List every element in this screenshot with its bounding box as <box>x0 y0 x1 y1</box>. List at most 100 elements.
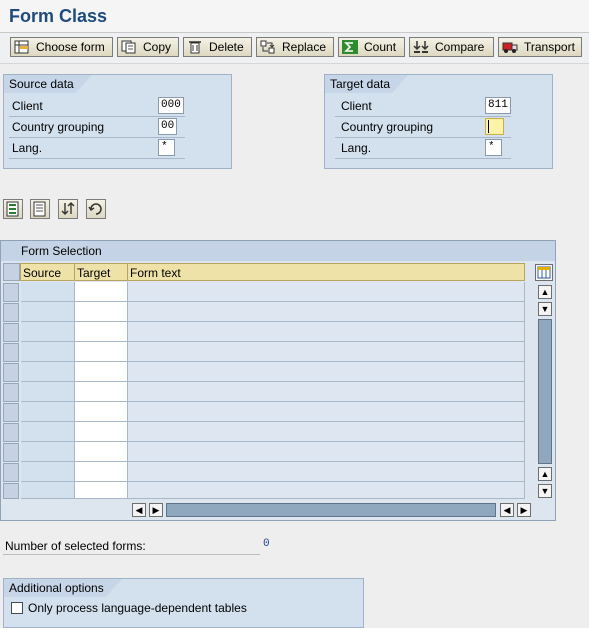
scroll-up-button[interactable]: ▲ <box>538 285 552 299</box>
scroll-down-button[interactable]: ▼ <box>538 484 552 498</box>
replace-button[interactable]: Replace <box>256 37 334 57</box>
target-cell[interactable] <box>75 322 128 342</box>
column-header-target[interactable]: Target <box>75 263 128 281</box>
language-dependent-label: Only process language-dependent tables <box>28 601 247 615</box>
target-cell[interactable] <box>75 442 128 462</box>
select-all-button[interactable] <box>3 199 23 219</box>
form-text-cell[interactable] <box>128 382 525 402</box>
target-cell[interactable] <box>75 382 128 402</box>
target-cell[interactable] <box>75 342 128 362</box>
scroll-right-button[interactable]: ▶ <box>149 503 163 517</box>
source-cell[interactable] <box>21 442 75 462</box>
form-text-cell[interactable] <box>128 342 525 362</box>
source-cell[interactable] <box>21 342 75 362</box>
source-cell[interactable] <box>21 282 75 302</box>
table-title-bar: Form Selection <box>1 241 555 261</box>
row-selector[interactable] <box>3 463 19 482</box>
compare-icon <box>413 40 429 54</box>
truck-icon <box>502 40 518 54</box>
column-header-source[interactable]: Source <box>20 263 75 281</box>
source-cell[interactable] <box>21 382 75 402</box>
row-selector[interactable] <box>3 343 19 362</box>
deselect-all-button[interactable] <box>30 199 50 219</box>
target-lang-field[interactable]: * <box>485 139 502 156</box>
source-country-field[interactable]: 00 <box>158 118 177 135</box>
selected-forms-count: 0 <box>263 538 270 550</box>
row-selector[interactable] <box>3 403 19 422</box>
scroll-page-up-button[interactable]: ▲ <box>538 467 552 481</box>
target-client-field[interactable]: 811 <box>485 97 511 114</box>
row-selector[interactable] <box>3 423 19 442</box>
compare-button[interactable]: Compare <box>409 37 494 57</box>
target-cell[interactable] <box>75 402 128 422</box>
source-cell[interactable] <box>21 422 75 442</box>
row-selector[interactable] <box>3 303 19 322</box>
form-text-cell[interactable] <box>128 482 525 499</box>
form-text-cell[interactable] <box>128 402 525 422</box>
page-title: Form Class <box>9 6 108 26</box>
row-selector[interactable] <box>3 483 19 499</box>
choose-form-button[interactable]: Choose form <box>10 37 113 57</box>
form-text-cell[interactable] <box>128 462 525 482</box>
deselect-all-icon <box>33 201 46 217</box>
source-cell[interactable] <box>21 302 75 322</box>
row-selector[interactable] <box>3 443 19 462</box>
transport-label: Transport <box>524 40 575 54</box>
horizontal-scrollbar-thumb[interactable] <box>166 503 496 517</box>
source-client-field[interactable]: 000 <box>158 97 184 114</box>
sort-button[interactable] <box>58 199 78 219</box>
target-data-heading: Target data <box>325 75 408 93</box>
selected-forms-row: Number of selected forms: <box>3 536 260 555</box>
form-text-cell[interactable] <box>128 362 525 382</box>
target-data-group: Target data Client 811 Country grouping … <box>324 74 553 169</box>
arrow-right-icon: ▶ <box>520 504 528 515</box>
form-text-cell[interactable] <box>128 422 525 442</box>
form-text-cell[interactable] <box>128 322 525 342</box>
scroll-right-end-button[interactable]: ▶ <box>517 503 531 517</box>
source-lang-field[interactable]: * <box>158 139 175 156</box>
table-settings-icon <box>537 266 551 279</box>
column-settings-button[interactable] <box>535 264 553 281</box>
count-button[interactable]: Count <box>338 37 405 57</box>
source-cell[interactable] <box>21 322 75 342</box>
choose-form-icon <box>14 40 30 54</box>
sum-icon <box>342 40 358 54</box>
source-cell[interactable] <box>21 402 75 422</box>
vertical-scrollbar-thumb[interactable] <box>538 319 552 464</box>
form-text-cell[interactable] <box>128 442 525 462</box>
language-dependent-checkbox[interactable] <box>11 602 23 614</box>
target-lang-label: Lang. <box>341 141 372 155</box>
target-cell[interactable] <box>75 362 128 382</box>
source-client-label: Client <box>12 99 43 113</box>
text-cursor <box>488 120 489 133</box>
target-cell[interactable] <box>75 422 128 442</box>
copy-label: Copy <box>143 40 172 54</box>
column-header-form-text[interactable]: Form text <box>128 263 525 281</box>
source-cell[interactable] <box>21 362 75 382</box>
select-all-rows-corner[interactable] <box>3 263 20 281</box>
additional-options-heading: Additional options <box>4 579 122 597</box>
refresh-button[interactable] <box>86 199 106 219</box>
target-cell[interactable] <box>75 282 128 302</box>
row-selector[interactable] <box>3 283 19 302</box>
choose-form-label: Choose form <box>36 40 105 54</box>
scroll-left-button[interactable]: ◀ <box>132 503 146 517</box>
scroll-left-end-button[interactable]: ◀ <box>500 503 514 517</box>
form-text-cell[interactable] <box>128 282 525 302</box>
target-cell[interactable] <box>75 462 128 482</box>
scroll-page-down-button[interactable]: ▼ <box>538 302 552 316</box>
target-cell[interactable] <box>75 482 128 499</box>
transport-button[interactable]: Transport <box>498 37 582 57</box>
row-selector[interactable] <box>3 383 19 402</box>
copy-button[interactable]: Copy <box>117 37 179 57</box>
select-all-icon <box>6 201 19 217</box>
delete-button[interactable]: Delete <box>183 37 252 57</box>
form-text-cell[interactable] <box>128 302 525 322</box>
row-selector[interactable] <box>3 363 19 382</box>
source-cell[interactable] <box>21 462 75 482</box>
replace-label: Replace <box>282 40 327 54</box>
source-cell[interactable] <box>21 482 75 499</box>
count-label: Count <box>364 40 397 54</box>
target-cell[interactable] <box>75 302 128 322</box>
row-selector[interactable] <box>3 323 19 342</box>
